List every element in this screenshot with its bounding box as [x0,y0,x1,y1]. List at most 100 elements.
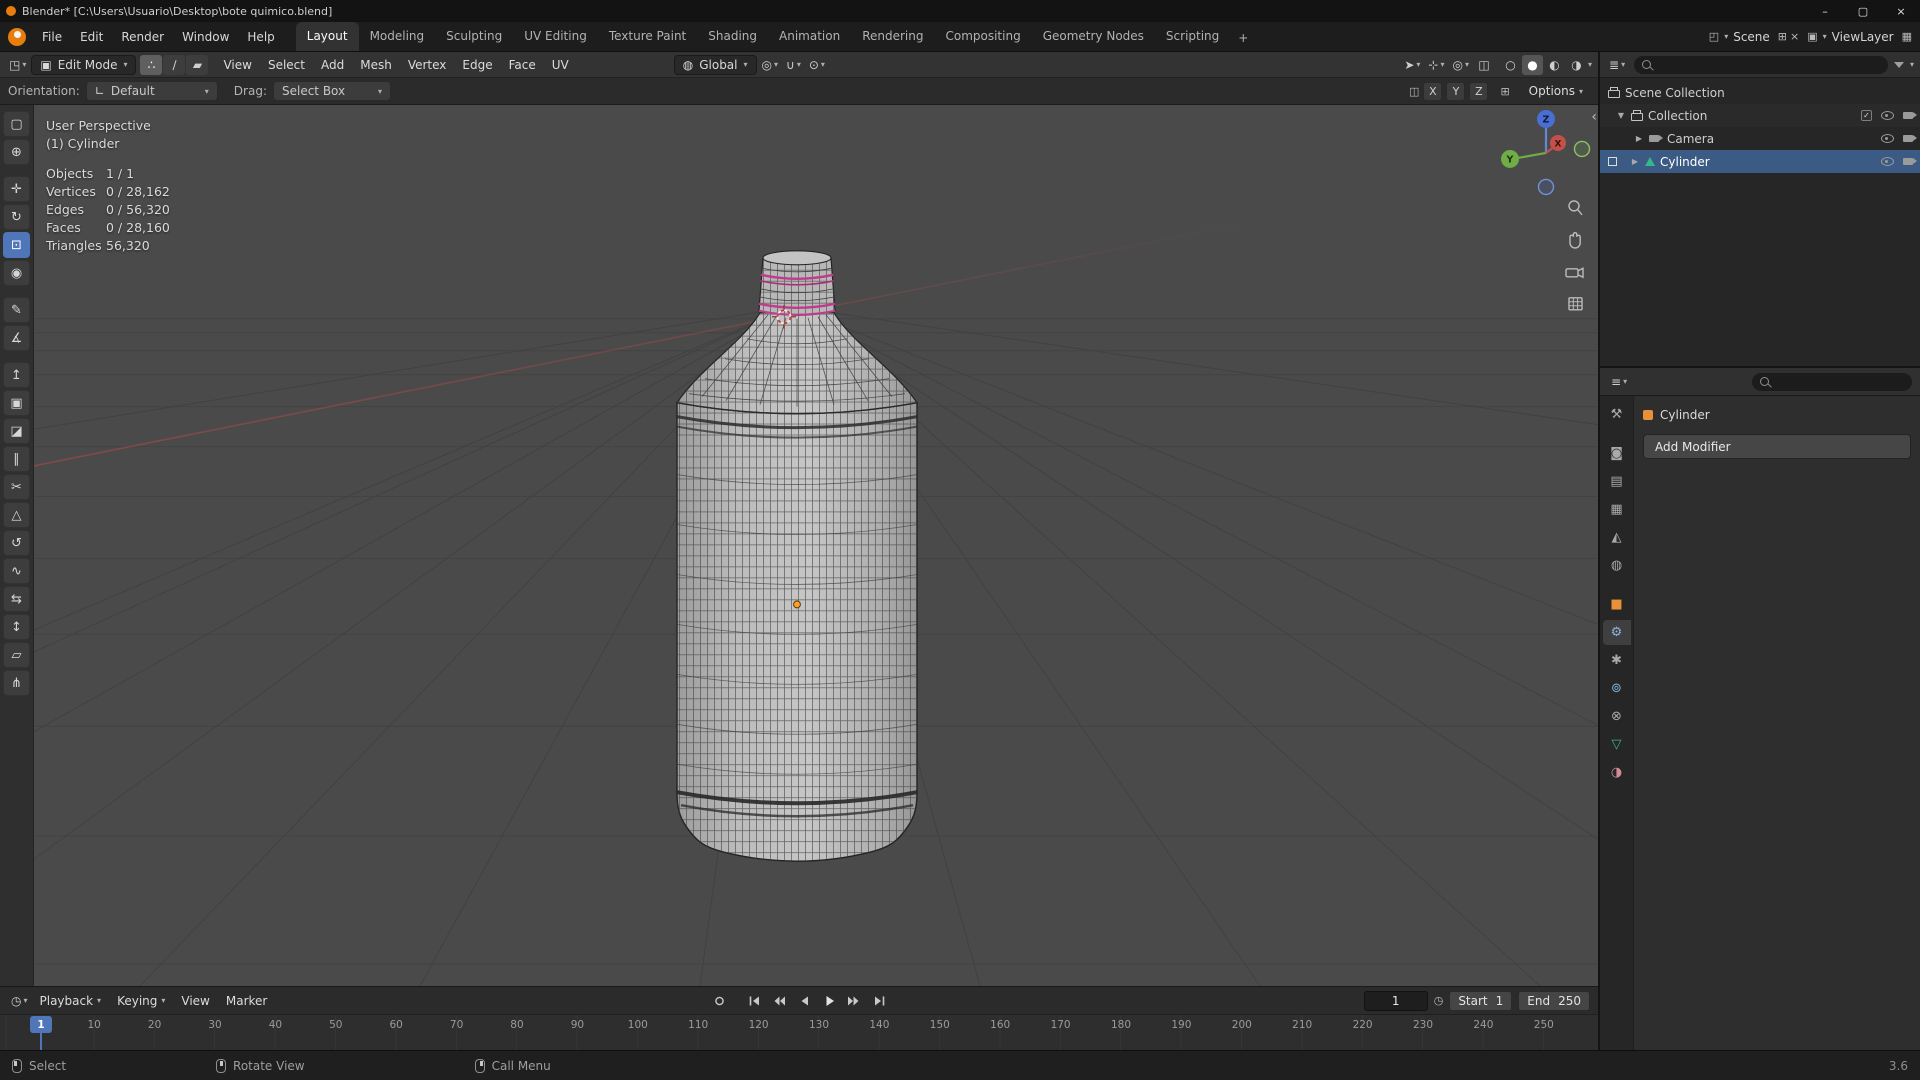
snapping-button[interactable]: ∪ [783,55,804,75]
tool-extrude-region[interactable]: ↥ [3,362,30,388]
workspace-tab-rendering[interactable]: Rendering [851,22,934,51]
viewlayer-selector[interactable]: ▣ ViewLayer [1802,28,1898,46]
properties-editor-type-button[interactable]: ≡ [1608,372,1630,392]
workspace-tab-modeling[interactable]: Modeling [359,22,436,51]
next-keyframe-button[interactable] [843,991,866,1010]
rendered-shading-button[interactable]: ◑ [1566,55,1587,75]
wireframe-shading-button[interactable]: ○ [1500,55,1521,75]
properties-search-input[interactable] [1775,375,1904,388]
properties-tab-modifiers[interactable]: ⚙ [1602,620,1631,645]
menu-timeline-view[interactable]: View [174,990,216,1012]
playhead[interactable]: 1 [30,1016,52,1033]
auto-keying-button[interactable] [708,991,731,1010]
tool-scale[interactable]: ⊡ [3,232,30,258]
object-visibility-button[interactable]: ➤ [1401,55,1423,75]
properties-tab-particles[interactable]: ✱ [1603,648,1631,673]
menu-file[interactable]: File [33,25,71,49]
outliner-search[interactable] [1634,55,1888,74]
add-workspace-button[interactable]: + [1230,25,1256,51]
play-button[interactable] [818,991,841,1010]
gizmo-negative-y[interactable] [1573,140,1591,158]
maximize-button[interactable]: ▢ [1844,0,1882,22]
menu-help[interactable]: Help [238,25,283,49]
edge-select-button[interactable]: ∕ [163,54,186,75]
menu-keying[interactable]: Keying [110,990,172,1012]
tool-bevel[interactable]: ◪ [3,418,30,444]
viewport-canvas[interactable]: X Z Y [0,105,1598,986]
add-modifier-button[interactable]: Add Modifier [1643,434,1911,459]
tool-rip-region[interactable]: ⋔ [3,670,30,696]
tool-edge-slide[interactable]: ⇆ [3,586,30,612]
face-select-button[interactable]: ▰ [186,54,209,75]
disclosure-triangle-icon[interactable]: ▶ [1634,134,1644,143]
scene-selector[interactable]: ◰ Scene [1704,28,1775,46]
workspace-tab-shading[interactable]: Shading [697,22,768,51]
zoom-icon[interactable] [1568,200,1583,216]
menu-uv[interactable]: UV [545,54,576,76]
jump-to-end-button[interactable] [868,991,891,1010]
menu-vertex[interactable]: Vertex [401,54,454,76]
editor-type-button[interactable]: ◳ [6,55,29,75]
minimize-button[interactable]: – [1806,0,1844,22]
outliner-editor-type-button[interactable]: ≣ [1606,55,1628,75]
workspace-tab-geometry-nodes[interactable]: Geometry Nodes [1032,22,1155,51]
orientation-dropdown[interactable]: ∟ Default [85,81,218,101]
viewport-3d[interactable]: X Z Y ▢ ⊕ ✛ ↻ ⊡ ◉ ✎ ∡ ↥ ▣ ◪ ∥ ✂ △ ↺ ∿ ⇆ … [0,105,1598,986]
current-frame-field[interactable]: 1 [1363,990,1428,1011]
drag-dropdown[interactable]: Select Box [272,81,391,101]
properties-tab-object[interactable]: ■ [1603,592,1631,617]
new-viewlayer-icon[interactable]: ▦ [1902,30,1912,43]
tool-inset-faces[interactable]: ▣ [3,390,30,416]
disable-in-render-icon[interactable] [1903,112,1917,119]
pan-hand-icon[interactable] [1569,232,1581,249]
tool-select-box[interactable]: ▢ [3,111,30,137]
workspace-tab-texture-paint[interactable]: Texture Paint [598,22,697,51]
properties-tab-data[interactable]: ▽ [1603,732,1631,757]
properties-tab-tool[interactable]: ⚒ [1603,402,1631,427]
options-dropdown[interactable]: Options [1522,80,1590,102]
menu-edge[interactable]: Edge [455,54,499,76]
workspace-tab-scripting[interactable]: Scripting [1155,22,1230,51]
properties-tab-physics[interactable]: ⊚ [1603,676,1631,701]
mirror-y-toggle[interactable]: Y [1446,81,1466,101]
tool-shear[interactable]: ▱ [3,642,30,668]
toggle-xray-button[interactable]: ◫ [1474,55,1494,75]
mirror-z-toggle[interactable]: Z [1469,81,1489,101]
menu-edit[interactable]: Edit [71,25,112,49]
outliner-row-collection[interactable]: ▼ Collection [1600,104,1920,127]
material-preview-button[interactable]: ◐ [1544,55,1565,75]
collection-checkbox[interactable] [1861,110,1872,121]
hide-in-viewport-icon[interactable] [1881,111,1894,120]
end-frame-field[interactable]: End 250 [1518,990,1590,1011]
mirror-icon[interactable]: ◫ [1409,85,1419,98]
tool-smooth[interactable]: ∿ [3,558,30,584]
workspace-tab-animation[interactable]: Animation [768,22,851,51]
chevron-down-icon[interactable] [1588,60,1592,69]
transform-orientation-dropdown[interactable]: ◍ Global [673,54,757,75]
jump-to-start-button[interactable] [743,991,766,1010]
menu-render[interactable]: Render [112,25,173,49]
properties-tab-constraints[interactable]: ⊗ [1603,704,1631,729]
properties-tab-output[interactable]: ▤ [1603,469,1631,494]
tool-loop-cut[interactable]: ∥ [3,446,30,472]
camera-view-icon[interactable] [1565,267,1584,279]
vertex-select-button[interactable]: ∴ [140,54,163,75]
menu-face[interactable]: Face [502,54,543,76]
proportional-editing-button[interactable]: ⊙ [806,55,828,75]
mode-dropdown[interactable]: ▣ Edit Mode [31,54,137,75]
sidebar-toggle-arrow[interactable]: ‹ [1591,110,1597,124]
use-preview-range-icon[interactable]: ◷ [1434,994,1444,1007]
tool-transform[interactable]: ◉ [3,260,30,286]
tool-cursor[interactable]: ⊕ [3,139,30,165]
menu-view[interactable]: View [216,54,258,76]
disable-in-render-icon[interactable] [1903,135,1917,142]
outliner-row-camera[interactable]: ▶ Camera [1600,127,1920,150]
solid-shading-button[interactable]: ● [1521,54,1543,75]
gizmo-negative-z[interactable] [1537,178,1555,196]
previous-keyframe-button[interactable] [768,991,791,1010]
workspace-tab-layout[interactable]: Layout [295,22,359,51]
outliner-row-scene-collection[interactable]: Scene Collection [1600,81,1920,104]
tool-poly-build[interactable]: △ [3,502,30,528]
pivot-point-button[interactable]: ◎ [759,55,782,75]
hide-in-viewport-icon[interactable] [1881,134,1894,143]
